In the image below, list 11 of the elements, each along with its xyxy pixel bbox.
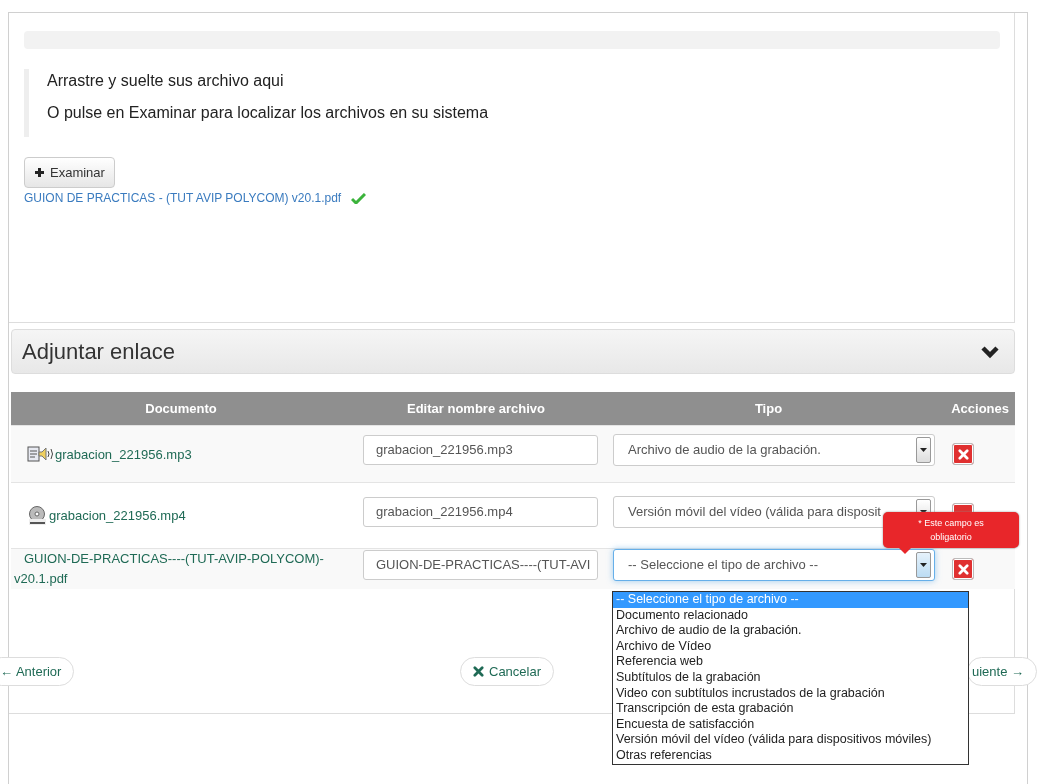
instruction-text: Arrastre y suelte sus archivo aqui — [47, 71, 285, 91]
document-name: grabacion_221956.mp3 — [55, 446, 192, 462]
instruction-text: O pulse en Examinar para localizar los archivos en su sistema — [47, 103, 490, 123]
column-header: Documento — [11, 392, 351, 426]
column-header: Acciones — [936, 392, 1015, 426]
column-header: Tipo — [601, 392, 936, 426]
column-header: Editar nombre archivo — [351, 392, 601, 426]
document-name: GUION-DE-PRACTICAS----(TUT-AVIP-POLYCOM)-v20.1.pdf — [14, 550, 325, 588]
validation-tooltip: * Este campo es obligatorio — [883, 512, 1019, 554]
document-name: grabacion_221956.mp4 — [49, 508, 186, 523]
section-title: Adjuntar enlace — [22, 338, 175, 365]
